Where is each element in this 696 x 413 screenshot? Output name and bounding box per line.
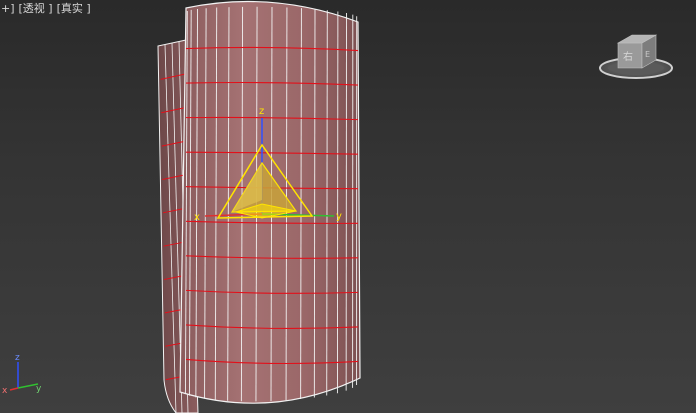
world-axis-tripod: z y x [2, 353, 42, 396]
viewcube-face-label-2: E [645, 50, 650, 59]
gizmo-x-label: x [194, 212, 200, 223]
tripod-z-label: z [15, 353, 20, 363]
mesh-edge [326, 10, 328, 396]
gizmo-y-label: y [336, 211, 342, 222]
gizmo-z-label: z [259, 106, 264, 117]
tripod-y-label: y [36, 384, 42, 394]
tripod-x-label: x [2, 386, 8, 396]
perspective-viewport[interactable]: +] [透视 ] [真实 ] z x y 右 E z y x [0, 0, 696, 413]
viewcube[interactable]: 右 E [599, 34, 673, 79]
viewcube-face-label: 右 [623, 50, 633, 63]
scene-canvas[interactable]: z x y 右 E z y x [0, 0, 696, 413]
